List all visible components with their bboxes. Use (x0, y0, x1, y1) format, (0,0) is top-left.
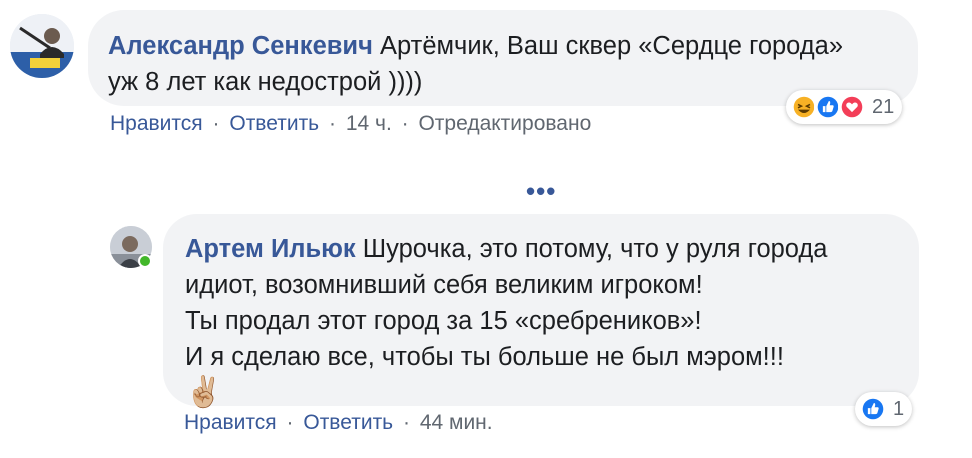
comment-actions: Нравится · Ответить · 44 мин. (184, 411, 493, 435)
reply-link[interactable]: Ответить (303, 411, 393, 434)
comment-actions: Нравится · Ответить · 14 ч. · Отредактир… (110, 112, 591, 136)
reply-link[interactable]: Ответить (229, 112, 319, 135)
separator: · (401, 112, 409, 135)
like-link[interactable]: Нравится (184, 411, 277, 434)
online-status-indicator (138, 254, 152, 268)
love-icon (838, 93, 866, 121)
like-link[interactable]: Нравится (110, 112, 203, 135)
comment-text-line: уж 8 лет как недострой )))) (108, 68, 423, 96)
timestamp[interactable]: 44 мин. (420, 411, 493, 434)
reaction-count: 21 (872, 95, 895, 118)
comment-text-line: И я сделаю все, чтобы ты больше не был м… (185, 343, 784, 371)
timestamp[interactable]: 14 ч. (346, 112, 392, 135)
edited-label[interactable]: Отредактировано (418, 112, 591, 135)
like-icon (859, 395, 887, 423)
more-replies-button[interactable]: ••• (526, 176, 556, 207)
separator: · (212, 112, 220, 135)
separator: · (286, 411, 294, 434)
avatar[interactable] (10, 14, 74, 78)
comment-text-line: идиот, возомнивший себя великим игроком! (185, 271, 703, 299)
separator: · (402, 411, 410, 434)
victory-hand-emoji: ✌🏼 (185, 376, 223, 409)
comment-author[interactable]: Александр Сенкевич (108, 32, 373, 60)
comment-author[interactable]: Артем Ильюк (185, 235, 356, 263)
avatar-photo (10, 14, 74, 78)
comment-text-line: Ты продал этот город за 15 «сребреников»… (185, 307, 702, 335)
reactions-summary[interactable]: 1 (855, 392, 913, 426)
comment-bubble: Артем Ильюк Шурочка, это потому, что у р… (163, 214, 919, 409)
comment-text-line: Артёмчик, Ваш сквер «Сердце города» (372, 32, 844, 60)
comment-text-line: Шурочка, это потому, что у руля города (355, 235, 828, 263)
reaction-count: 1 (893, 397, 905, 420)
separator: · (328, 112, 336, 135)
reactions-summary[interactable]: 21 (786, 90, 903, 124)
